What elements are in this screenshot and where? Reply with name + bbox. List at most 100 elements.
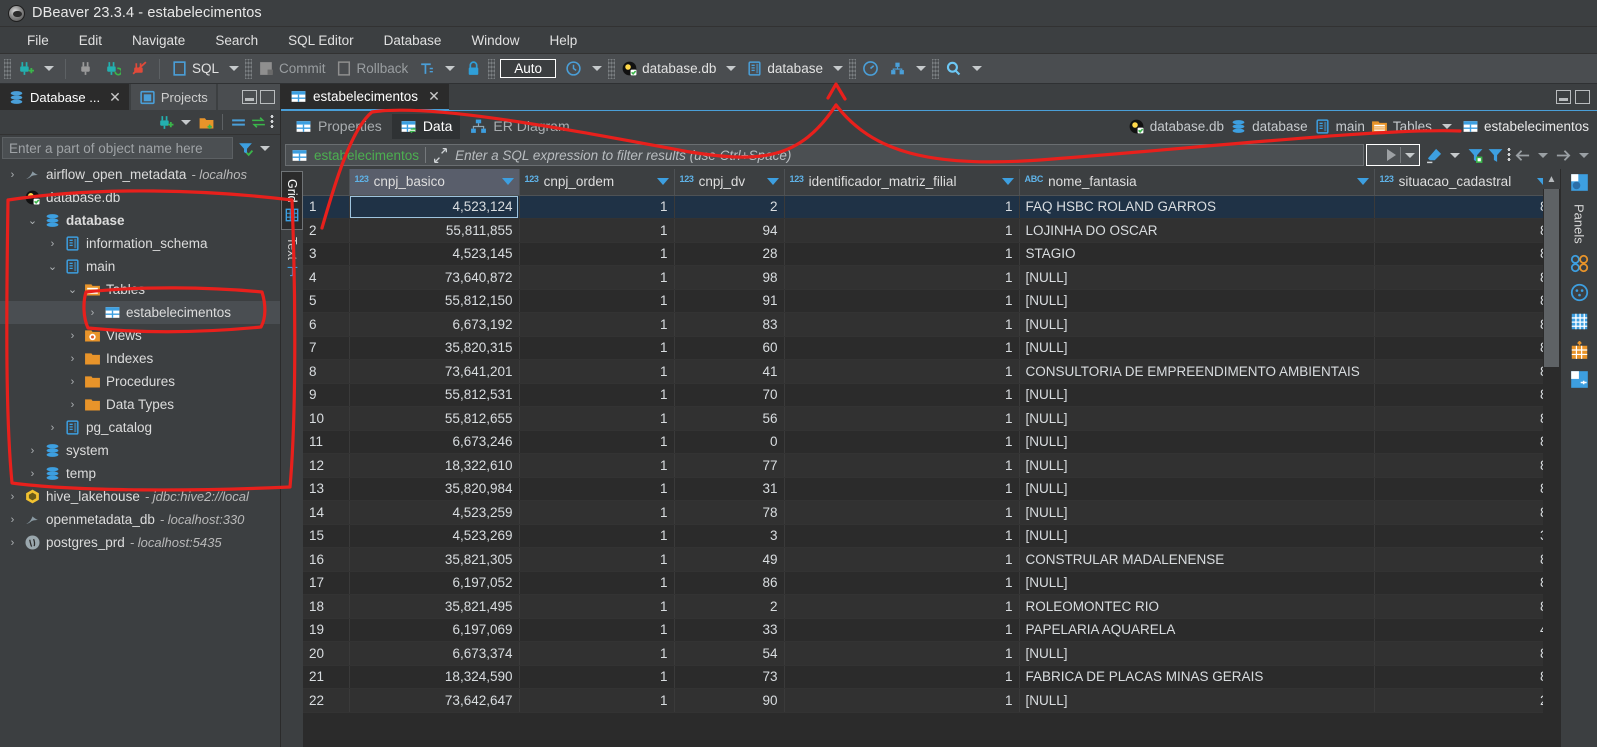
cell-identificador_matriz_filial[interactable]: 1: [784, 218, 1020, 243]
tree-node-database-db[interactable]: ⌄ database.db: [0, 186, 280, 209]
chevron-down-icon[interactable]: [501, 178, 514, 186]
value-viewer-icon[interactable]: [1570, 254, 1589, 273]
tree-node-hive-lakehouse[interactable]: › hive_lakehouse - jdbc:hive2://local: [0, 485, 280, 508]
table-row[interactable]: 1055,812,6551561[NULL]8: [303, 406, 1560, 431]
tree-node-data-types[interactable]: › Data Types: [0, 393, 280, 416]
tree-node-system[interactable]: › system: [0, 439, 280, 462]
cell-situacao_cadastral[interactable]: 3: [1374, 524, 1555, 548]
cell-identificador_matriz_filial[interactable]: 1: [784, 688, 1020, 713]
rollback-button[interactable]: Rollback: [332, 57, 413, 81]
new-connection-button[interactable]: [13, 57, 38, 81]
cell-cnpj_dv[interactable]: 2: [674, 195, 785, 219]
cell-situacao_cadastral[interactable]: 8: [1374, 500, 1555, 525]
cell-cnpj_ordem[interactable]: 1: [519, 688, 675, 713]
cell-cnpj_ordem[interactable]: 1: [519, 195, 675, 219]
scrollbar-thumb[interactable]: [1544, 189, 1559, 367]
cell-nome_fantasia[interactable]: [NULL]: [1019, 383, 1375, 407]
cell-cnpj_ordem[interactable]: 1: [519, 312, 675, 337]
table-row[interactable]: 176,197,0521861[NULL]8: [303, 571, 1560, 595]
menu-search[interactable]: Search: [200, 29, 273, 52]
minimize-pane-button[interactable]: [242, 90, 257, 104]
sql-editor-caret-icon[interactable]: [229, 66, 240, 71]
cell-cnpj_ordem[interactable]: 1: [519, 665, 675, 689]
row-number[interactable]: 6: [303, 312, 350, 337]
tree-node-views[interactable]: › Views: [0, 324, 280, 347]
chevron-down-icon[interactable]: [1356, 178, 1369, 186]
maximize-pane-button[interactable]: [260, 90, 275, 104]
table-row[interactable]: 116,673,246101[NULL]8: [303, 430, 1560, 454]
search-button[interactable]: [941, 57, 966, 81]
cell-cnpj_dv[interactable]: 70: [674, 383, 785, 407]
tree-node-openmetadata-db[interactable]: › openmetadata_db - localhost:330: [0, 508, 280, 531]
chevron-right-icon[interactable]: ›: [26, 468, 39, 480]
row-number[interactable]: 16: [303, 547, 350, 572]
arrow-right-icon[interactable]: [1555, 147, 1572, 164]
chevron-right-icon[interactable]: ›: [66, 330, 79, 342]
table-row[interactable]: 154,523,269131[NULL]3: [303, 524, 1560, 548]
tab-er-diagram[interactable]: ER Diagram: [462, 114, 577, 139]
table-row[interactable]: 8 73,641,201 1 41 1 CONSULTORIA DE EMPREENDIM…: [303, 359, 1560, 384]
kebab-icon[interactable]: [1507, 147, 1511, 163]
cell-nome_fantasia[interactable]: LOJINHA DO OSCAR: [1019, 218, 1375, 243]
cell-nome_fantasia[interactable]: FAQ HSBC ROLAND GARROS: [1019, 195, 1375, 219]
row-number[interactable]: 15: [303, 524, 350, 548]
tab-projects[interactable]: Projects: [130, 84, 216, 110]
cell-situacao_cadastral[interactable]: 2: [1374, 688, 1555, 713]
row-number[interactable]: 14: [303, 500, 350, 525]
cell-nome_fantasia[interactable]: [NULL]: [1019, 453, 1375, 478]
cell-cnpj_dv[interactable]: 54: [674, 641, 785, 666]
transaction-mode-button[interactable]: [414, 57, 439, 81]
cell-nome_fantasia[interactable]: [NULL]: [1019, 477, 1375, 501]
cell-cnpj_ordem[interactable]: 1: [519, 477, 675, 501]
search-caret-icon[interactable]: [971, 66, 982, 71]
cell-identificador_matriz_filial[interactable]: 1: [784, 571, 1020, 595]
presentation-tab-text[interactable]: Text: [282, 230, 302, 285]
cell-cnpj_dv[interactable]: 83: [674, 312, 785, 337]
chevron-down-icon[interactable]: [1441, 123, 1452, 129]
grid-vertical-scrollbar[interactable]: ▲: [1543, 169, 1560, 747]
cell-nome_fantasia[interactable]: [NULL]: [1019, 641, 1375, 666]
table-row[interactable]: 1835,821,495121ROLEOMONTEC RIO8: [303, 594, 1560, 619]
cell-cnpj_ordem[interactable]: 1: [519, 571, 675, 595]
row-number[interactable]: 18: [303, 594, 350, 619]
transaction-log-button[interactable]: [561, 57, 586, 81]
tree-node-estabelecimentos[interactable]: › estabelecimentos: [0, 301, 280, 324]
cell-cnpj_ordem[interactable]: 1: [519, 218, 675, 243]
row-number[interactable]: 8: [303, 359, 350, 384]
cell-cnpj_ordem[interactable]: 1: [519, 383, 675, 407]
active-connection-selector[interactable]: database.db: [617, 57, 720, 81]
cell-cnpj_dv[interactable]: 78: [674, 500, 785, 525]
cell-situacao_cadastral[interactable]: 8: [1374, 547, 1555, 572]
chevron-down-icon[interactable]: [181, 119, 191, 125]
tree-node-procedures[interactable]: › Procedures: [0, 370, 280, 393]
chevron-right-icon[interactable]: ›: [66, 353, 79, 365]
cell-situacao_cadastral[interactable]: 8: [1374, 594, 1555, 619]
cell-situacao_cadastral[interactable]: 8: [1374, 453, 1555, 478]
result-grid[interactable]: 123 cnpj_basico 123 cnpj_ordem 123 cnpj_dv 123…: [303, 169, 1560, 747]
expand-arrows-icon[interactable]: [432, 147, 449, 164]
chevron-down-icon[interactable]: [260, 145, 270, 151]
tree-node-airflow-open-metadata[interactable]: › airflow_open_metadata - localhos: [0, 163, 280, 186]
cell-nome_fantasia[interactable]: [NULL]: [1019, 289, 1375, 313]
column-header-nome_fantasia[interactable]: ABC nome_fantasia: [1019, 169, 1375, 196]
chevron-right-icon[interactable]: ›: [6, 491, 19, 503]
menu-sql-editor[interactable]: SQL Editor: [273, 29, 369, 52]
toolbar-grip[interactable]: [4, 58, 11, 79]
panels-icon[interactable]: [1570, 173, 1589, 192]
cell-cnpj_ordem[interactable]: 1: [519, 289, 675, 313]
menu-window[interactable]: Window: [456, 29, 534, 52]
tree-node-indexes[interactable]: › Indexes: [0, 347, 280, 370]
chevron-down-icon[interactable]: [1450, 152, 1460, 158]
row-number[interactable]: 12: [303, 453, 350, 478]
cell-identificador_matriz_filial[interactable]: 1: [784, 594, 1020, 619]
cell-cnpj_basico[interactable]: 4,523,259: [349, 500, 520, 525]
row-number[interactable]: 17: [303, 571, 350, 595]
filter-icon[interactable]: [1487, 147, 1504, 164]
toolbar-grip-6[interactable]: [931, 58, 939, 79]
table-row[interactable]: 14,523,124121FAQ HSBC ROLAND GARROS8: [303, 195, 1560, 219]
cell-situacao_cadastral[interactable]: 8: [1374, 195, 1555, 219]
cell-identificador_matriz_filial[interactable]: 1: [784, 641, 1020, 666]
column-header-cnpj_dv[interactable]: 123 cnpj_dv: [674, 169, 785, 196]
cell-situacao_cadastral[interactable]: 8: [1374, 265, 1555, 290]
chevron-right-icon[interactable]: ›: [66, 399, 79, 411]
